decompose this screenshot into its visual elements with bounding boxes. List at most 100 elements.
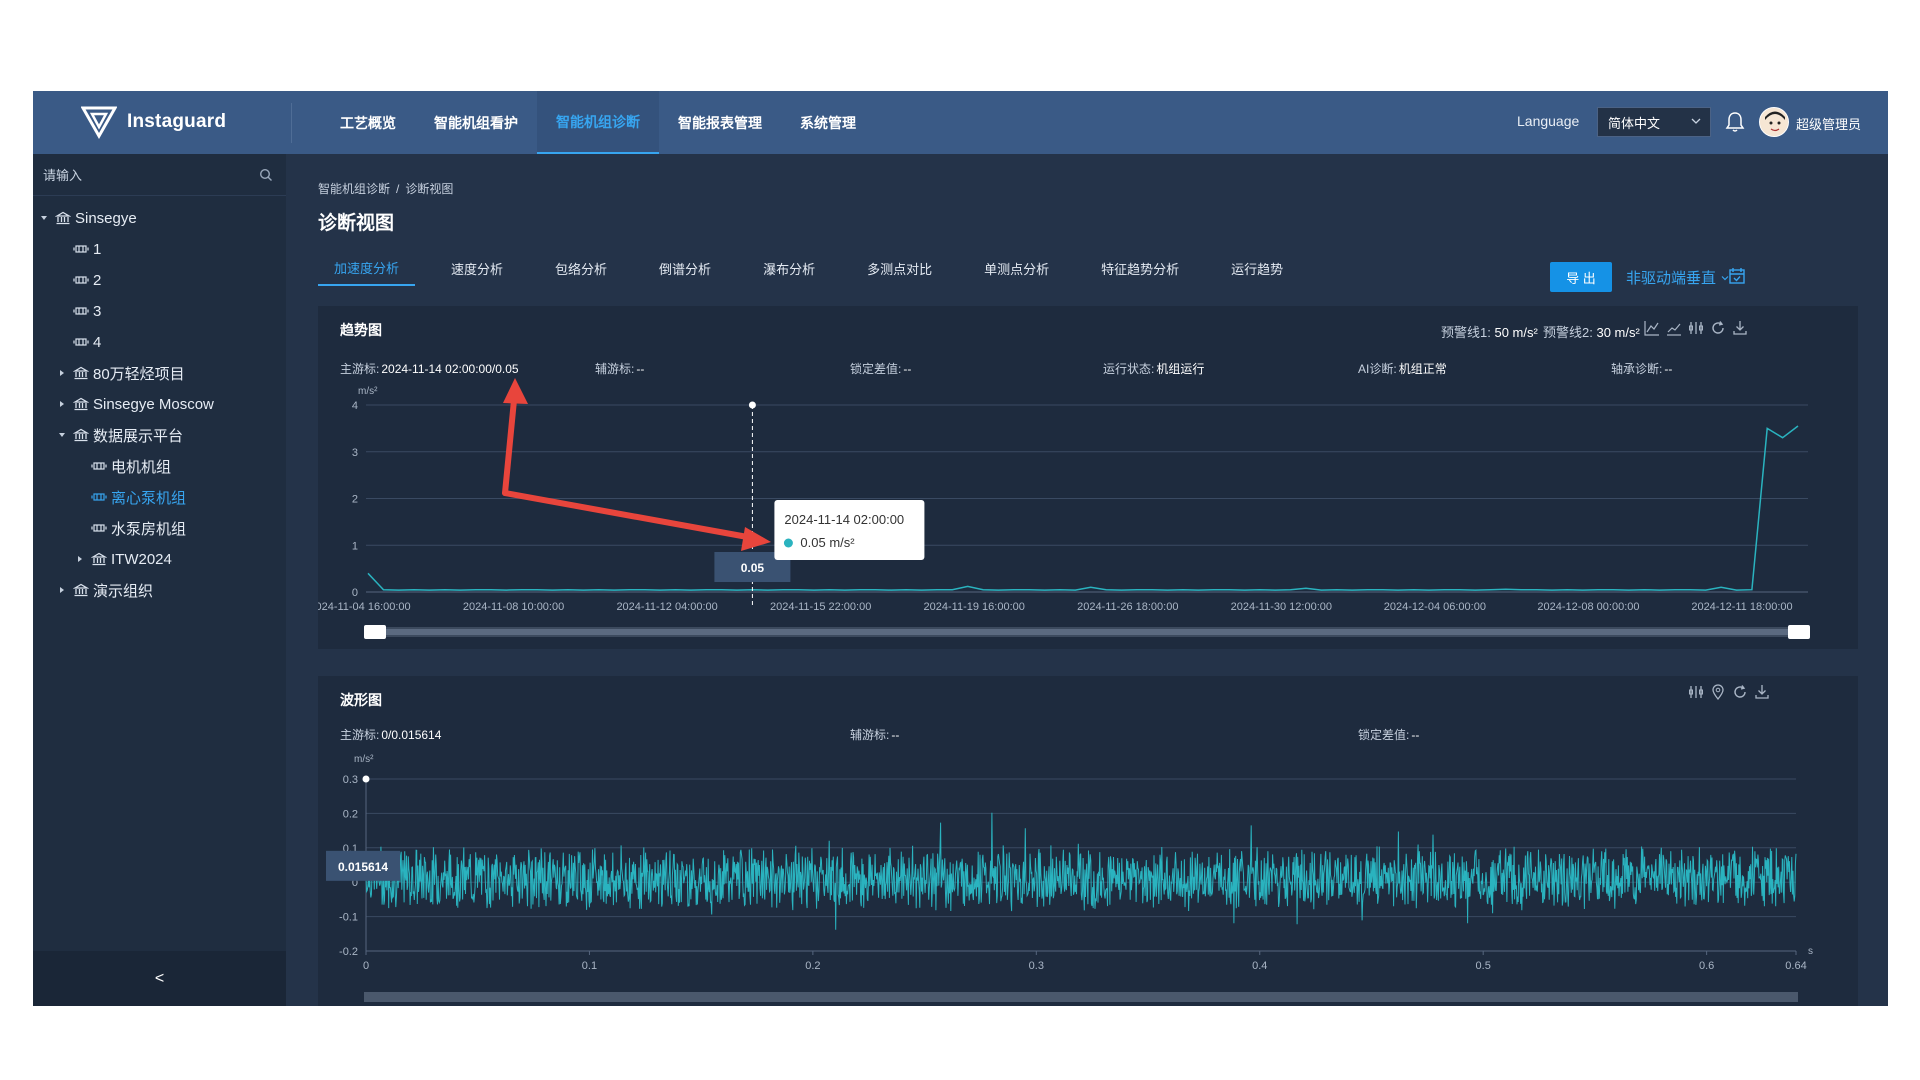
- tree-node-label: 离心泵机组: [111, 489, 187, 507]
- calendar-icon[interactable]: [1728, 267, 1746, 285]
- tab-2[interactable]: 包络分析: [539, 251, 623, 286]
- trend-chart[interactable]: m/s² 0 1 2 3 4 2024-11-04 16:00:00 2024-11-08 1…: [318, 306, 1858, 649]
- sidebar-splitter[interactable]: [286, 154, 298, 1006]
- machine-unit-icon: [91, 462, 107, 470]
- waveform-chart[interactable]: m/s²-0.2-0.100.10.20.30 0.1 0.2 0.3 0.4 0.5 0.…: [318, 676, 1858, 1006]
- building-shape: [73, 583, 89, 597]
- language-value: 简体中文: [1608, 115, 1661, 131]
- tree-node[interactable]: ITW2024: [75, 548, 172, 570]
- tree-node[interactable]: 80万轻烃项目: [57, 362, 185, 384]
- unit-body: [75, 245, 87, 253]
- logo-mark-icon: [81, 106, 117, 139]
- tree-node[interactable]: 4: [57, 331, 101, 353]
- building-icon: [73, 428, 89, 442]
- brand-logo[interactable]: Instaguard: [81, 105, 226, 139]
- bell-icon[interactable]: [1725, 111, 1745, 133]
- tab-0[interactable]: 加速度分析: [318, 251, 416, 286]
- tab-4[interactable]: 瀑布分析: [747, 251, 831, 286]
- building-icon: [55, 211, 71, 225]
- tab-5[interactable]: 多测点对比: [851, 251, 948, 286]
- y-tick-label: 4: [352, 400, 358, 412]
- tree-node[interactable]: 离心泵机组: [75, 486, 186, 508]
- caret-right-icon[interactable]: [75, 554, 85, 564]
- unit-body: [75, 276, 87, 284]
- nav-item-2[interactable]: 智能机组诊断: [537, 91, 659, 154]
- tree-node-label: 演示组织: [93, 582, 154, 600]
- unit-body: [75, 338, 87, 346]
- machine-unit-icon: [91, 493, 107, 501]
- caret-shape: [78, 556, 82, 562]
- nav-item-4[interactable]: 系统管理: [781, 91, 875, 154]
- tree-node[interactable]: Sinsegye Moscow: [57, 393, 214, 415]
- building-icon: [91, 552, 107, 566]
- nav-item-1[interactable]: 智能机组看护: [415, 91, 537, 154]
- brand-name: Instaguard: [127, 111, 227, 132]
- tab-7[interactable]: 特征趋势分析: [1085, 251, 1195, 286]
- app-window: Instaguard 工艺概览 智能机组看护 智能机组诊断 智能报表管理 系统管理 La…: [33, 91, 1888, 1006]
- unit-body: [93, 493, 105, 501]
- y-tick-label: 3: [352, 447, 358, 459]
- tree-node[interactable]: 水泵房机组: [75, 517, 186, 539]
- caret-shape: [60, 587, 64, 593]
- zoom-slider-handle-left: [364, 625, 386, 639]
- tree-node[interactable]: 1: [57, 238, 101, 260]
- sidebar-collapse-button[interactable]: <: [33, 951, 286, 1006]
- tree-node[interactable]: 数据展示平台: [57, 424, 183, 446]
- x-unit-label: s: [1808, 946, 1813, 957]
- x-tick-label: 2024-11-12 04:00:00: [616, 601, 717, 613]
- caret-right-icon[interactable]: [57, 585, 67, 595]
- spacer: [57, 275, 67, 285]
- tooltip-box: [774, 500, 925, 560]
- user-name[interactable]: 超级管理员: [1796, 114, 1861, 133]
- x-tick-label: 0.6: [1699, 960, 1714, 972]
- y-tick-label: 0.3: [343, 774, 358, 786]
- caret-shape: [60, 370, 64, 376]
- nav-item-0[interactable]: 工艺概览: [321, 91, 415, 154]
- tab-8[interactable]: 运行趋势: [1215, 251, 1299, 286]
- measure-point-select[interactable]: 非驱动端垂直: [1626, 267, 1730, 288]
- spacer: [57, 244, 67, 254]
- tab-6[interactable]: 单测点分析: [968, 251, 1065, 286]
- tooltip-time: 2024-11-14 02:00:00: [784, 512, 904, 527]
- export-button[interactable]: 导 出: [1550, 262, 1612, 292]
- breadcrumb: 智能机组诊断 / 诊断视图: [318, 180, 453, 197]
- search-input[interactable]: [43, 164, 243, 186]
- tooltip-value: 0.05 m/s²: [800, 535, 855, 550]
- breadcrumb-item[interactable]: 智能机组诊断: [318, 182, 390, 196]
- x-tick-label: 0: [363, 960, 369, 972]
- avatar-face-icon: [1760, 108, 1788, 136]
- tree-node[interactable]: Sinsegye: [39, 207, 137, 229]
- tree-node[interactable]: 演示组织: [57, 579, 153, 601]
- breadcrumb-current: 诊断视图: [405, 182, 454, 196]
- tree-node[interactable]: 3: [57, 300, 101, 322]
- cursor-handle: [748, 401, 756, 409]
- tab-1[interactable]: 速度分析: [435, 251, 519, 286]
- y-tick-label: -0.1: [339, 912, 358, 924]
- caret-right-icon[interactable]: [57, 368, 67, 378]
- machine-unit-icon: [91, 524, 107, 532]
- analysis-tabs: 加速度分析 速度分析 包络分析 倒谱分析 瀑布分析 多测点对比 单测点分析 特征趋势分析 运行趋…: [318, 251, 1319, 286]
- machine-unit-icon: [73, 245, 89, 253]
- tree-search: [33, 154, 286, 196]
- tree-node[interactable]: 2: [57, 269, 101, 291]
- machine-unit-icon: [73, 276, 89, 284]
- tree-node[interactable]: 电机机组: [75, 455, 171, 477]
- user-avatar[interactable]: [1759, 107, 1789, 137]
- tab-3[interactable]: 倒谱分析: [643, 251, 727, 286]
- caret-down-icon[interactable]: [57, 430, 67, 440]
- header-divider: [291, 103, 292, 143]
- unit-body: [93, 462, 105, 470]
- search-icon[interactable]: [259, 168, 273, 182]
- top-header: Instaguard 工艺概览 智能机组看护 智能机组诊断 智能报表管理 系统管理 La…: [33, 91, 1888, 154]
- caret-right-icon[interactable]: [57, 399, 67, 409]
- collapse-label: <: [154, 969, 165, 987]
- nav-item-3[interactable]: 智能报表管理: [659, 91, 781, 154]
- x-tick-label: 0.64: [1785, 960, 1806, 972]
- caret-down-icon[interactable]: [39, 213, 49, 223]
- sidebar: Sinsegye 1 2 3 4 80万轻烃项目 Sinsegye Moscow 数据展示平台…: [33, 154, 286, 1006]
- x-tick-label: 2024-11-26 18:00:00: [1077, 601, 1178, 613]
- x-tick-label: 2024-12-04 06:00:00: [1384, 601, 1486, 613]
- language-select[interactable]: 简体中文: [1597, 107, 1711, 137]
- y-tick-label: 1: [352, 540, 358, 552]
- spacer: [57, 337, 67, 347]
